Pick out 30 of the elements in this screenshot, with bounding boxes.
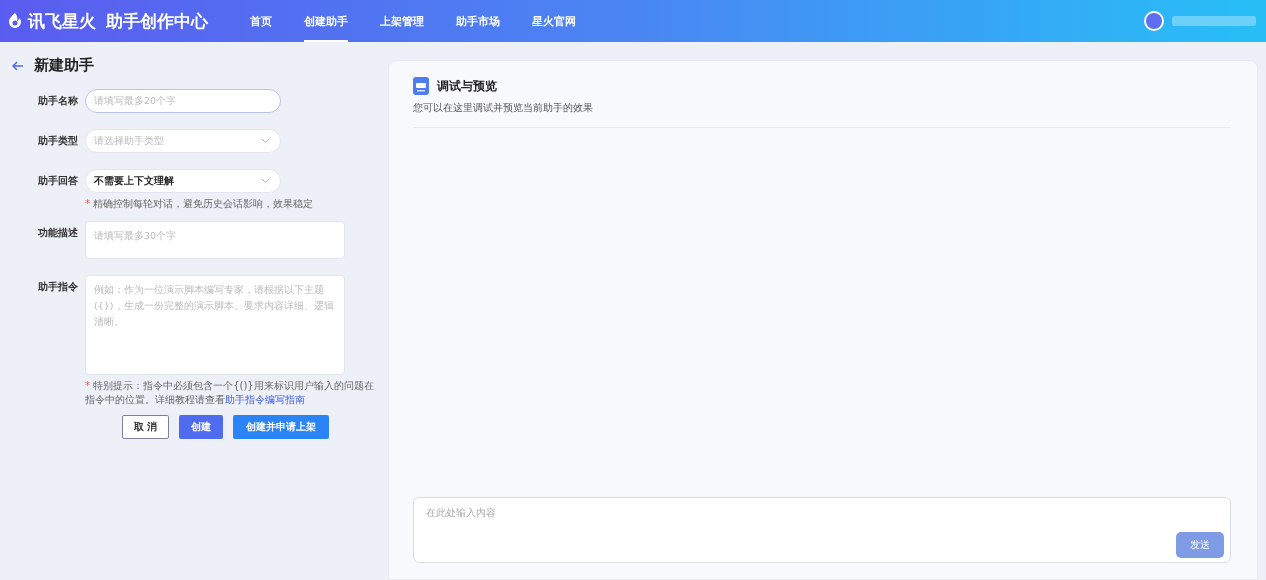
- field-label: 助手指令: [37, 280, 79, 294]
- chevron-down-icon: [261, 178, 270, 184]
- hint-text: * 精确控制每轮对话，避免历史会话影响，效果稳定: [85, 197, 315, 211]
- field-label: 助手名称: [37, 94, 79, 108]
- field-label: 功能描述: [37, 226, 79, 240]
- flame-logo-icon: [6, 12, 24, 30]
- cancel-button[interactable]: 取 消: [122, 415, 170, 439]
- field-label: 助手回答: [37, 174, 79, 188]
- preview-title: 调试与预览: [437, 77, 497, 95]
- chevron-down-icon: [261, 138, 270, 144]
- preview-subtitle: 您可以在这里调试并预览当前助手的效果: [413, 101, 1231, 128]
- nav-tab[interactable]: 首页: [250, 0, 272, 42]
- guide-link[interactable]: 助手指令编写指南: [225, 394, 305, 405]
- hint-text: * 特别提示：指令中必须包含一个{()}用来标识用户输入的问题在指令中的位置。详细教程请查看助手指令编写指南: [85, 379, 375, 407]
- avatar[interactable]: [1144, 11, 1164, 31]
- create-button[interactable]: 创建: [179, 415, 224, 439]
- nav-tab[interactable]: 上架管理: [380, 0, 424, 42]
- select-field[interactable]: 不需要上下文理解: [85, 169, 281, 193]
- field-label: 助手类型: [37, 134, 79, 148]
- send-button[interactable]: 发送: [1176, 532, 1224, 558]
- product-title: 助手创作中心: [106, 9, 208, 33]
- page-title: 新建助手: [34, 56, 94, 75]
- back-arrow-icon[interactable]: [12, 60, 24, 71]
- logo-text: 讯飞星火: [28, 9, 96, 33]
- nav-tab[interactable]: 星火官网: [532, 0, 576, 42]
- nav-tab[interactable]: 助手市场: [456, 0, 500, 42]
- create-button[interactable]: 创建并申请上架: [233, 415, 330, 439]
- document-icon: [413, 77, 429, 95]
- chat-input[interactable]: 在此处输入内容 发送: [413, 497, 1231, 563]
- nav-tab[interactable]: 创建助手: [304, 0, 348, 42]
